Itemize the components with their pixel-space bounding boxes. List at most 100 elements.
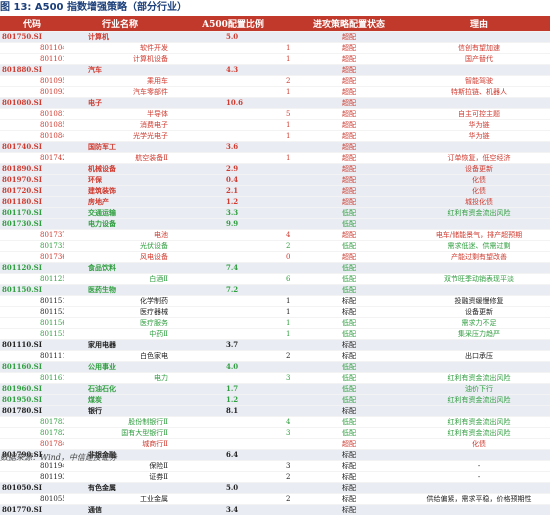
code-cell: 801050.SI xyxy=(0,481,64,493)
industry-cell: 电子 xyxy=(64,96,176,108)
weight-cell: 2.0 xyxy=(176,74,290,86)
status-cell: 超配 xyxy=(290,151,408,163)
weight-cell: 1.7 xyxy=(176,85,290,97)
weight-cell: 5.5 xyxy=(176,107,290,119)
table-row: 801111.SI白色家电2.5标配出口承压 xyxy=(0,349,550,361)
table-row: 801736.SI风电设备0.9超配产能过剩有望改善 xyxy=(0,250,550,262)
table-header-row: 代码 行业名称 A500配置比例 进攻策略配置状态 理由 xyxy=(0,16,550,31)
industry-cell: 环保 xyxy=(64,173,176,185)
reason-cell: 设备更新 xyxy=(408,305,550,317)
weight-cell: 0.4 xyxy=(176,173,290,185)
table-row: 801750.SI 计算机 5.0 超配 xyxy=(0,30,550,42)
reason-cell: 供给偏紧，需求平稳，价格预期性 xyxy=(408,492,550,504)
code-cell: 801125.SI xyxy=(0,272,64,284)
industry-cell: 通信 xyxy=(64,503,176,515)
status-cell: 低配 xyxy=(290,415,408,427)
code-cell: 801737.SI xyxy=(0,228,64,240)
code-cell: 801161.SI xyxy=(0,371,64,383)
industry-cell: 医药生物 xyxy=(64,283,176,295)
industry-cell: 风电设备 xyxy=(64,250,176,262)
weight-cell: 1.7 xyxy=(176,52,290,64)
reason-cell xyxy=(408,283,550,295)
code-cell: 801960.SI xyxy=(0,382,64,394)
industry-cell: 股份制银行Ⅱ xyxy=(64,415,176,427)
code-cell: 801170.SI xyxy=(0,206,64,218)
weight-cell: 1.2 xyxy=(176,393,290,405)
code-cell: 801156.SI xyxy=(0,316,64,328)
weight-cell: 6.4 xyxy=(176,448,290,460)
weight-cell: 0.9 xyxy=(176,250,290,262)
reason-cell xyxy=(408,404,550,416)
table-row: 801050.SI 有色金属 5.0 标配 xyxy=(0,481,550,493)
weight-cell: 3.3 xyxy=(176,371,290,383)
weight-cell: 1.6 xyxy=(176,316,290,328)
status-cell: 超配 xyxy=(290,184,408,196)
reason-cell: 红利有资金流出风险 xyxy=(408,371,550,383)
weight-cell: 1.3 xyxy=(176,327,290,339)
code-cell: 801104.SI xyxy=(0,41,64,53)
code-cell: 801784.SI xyxy=(0,437,64,449)
status-cell: 低配 xyxy=(290,272,408,284)
industry-cell: 汽车零部件 xyxy=(64,85,176,97)
reason-cell xyxy=(408,338,550,350)
reason-cell: 集采压力趋严 xyxy=(408,327,550,339)
reason-cell: 自主可控主题 xyxy=(408,107,550,119)
reason-cell: 华为链 xyxy=(408,129,550,141)
table-row: 801784.SI城商行Ⅱ 超配化债 xyxy=(0,437,550,449)
table-row: 801104.SI软件开发1.9超配信创有望加速 xyxy=(0,41,550,53)
code-cell: 801730.SI xyxy=(0,217,64,229)
weight-cell: 9.9 xyxy=(176,217,290,229)
weight-cell: 2.9 xyxy=(176,239,290,251)
industry-cell: 电池 xyxy=(64,228,176,240)
reason-cell xyxy=(408,503,550,515)
reason-cell: 设备更新 xyxy=(408,162,550,174)
weight-cell: 1.8 xyxy=(176,129,290,141)
status-cell: 超配 xyxy=(290,74,408,86)
status-cell: 超配 xyxy=(290,162,408,174)
table-row: 801783.SI股份制银行Ⅱ4.3低配红利有资金流出风险 xyxy=(0,415,550,427)
table-row: 801740.SI 国防军工 3.6 超配 xyxy=(0,140,550,152)
reason-cell: 需求低迷、供需过剩 xyxy=(408,239,550,251)
code-cell: 801750.SI xyxy=(0,30,64,42)
industry-cell: 食品饮料 xyxy=(64,261,176,273)
weight-cell: 3.7 xyxy=(176,459,290,471)
status-cell: 标配 xyxy=(290,349,408,361)
industry-cell: 工业金属 xyxy=(64,492,176,504)
industry-cell: 公用事业 xyxy=(64,360,176,372)
status-cell: 超配 xyxy=(290,52,408,64)
industry-cell: 有色金属 xyxy=(64,481,176,493)
table-row: 801120.SI 食品饮料 7.4 低配 xyxy=(0,261,550,273)
table-row: 801055.SI工业金属2.6标配供给偏紧，需求平稳，价格预期性 xyxy=(0,492,550,504)
table-row: 801950.SI 煤炭 1.2 低配 红利有资金流出风险 xyxy=(0,393,550,405)
status-cell: 低配 xyxy=(290,206,408,218)
reason-cell: 化债 xyxy=(408,437,550,449)
industry-cell: 家用电器 xyxy=(64,338,176,350)
reason-cell: 化债 xyxy=(408,184,550,196)
status-cell: 超配 xyxy=(290,140,408,152)
reason-cell: 特斯拉链、机器人 xyxy=(408,85,550,97)
weight-cell: 10.6 xyxy=(176,96,290,108)
code-cell: 801736.SI xyxy=(0,250,64,262)
table-row: 801125.SI白酒Ⅱ6.3低配双节旺季动销表现平淡 xyxy=(0,272,550,284)
industry-cell: 乘用车 xyxy=(64,74,176,86)
table-row: 801735.SI光伏设备2.9低配需求低迷、供需过剩 xyxy=(0,239,550,251)
status-cell: 低配 xyxy=(290,327,408,339)
code-cell: 801093.SI xyxy=(0,85,64,97)
industry-cell: 国有大型银行Ⅱ xyxy=(64,426,176,438)
code-cell: 801120.SI xyxy=(0,261,64,273)
status-cell: 超配 xyxy=(290,195,408,207)
status-cell: 超配 xyxy=(290,30,408,42)
status-cell: 超配 xyxy=(290,107,408,119)
reason-cell xyxy=(408,140,550,152)
header-industry: 行业名称 xyxy=(101,19,138,30)
table-row: 801737.SI电池4.8超配电车/储能景气，排产超预期 xyxy=(0,228,550,240)
industry-cell: 国防军工 xyxy=(64,140,176,152)
status-cell: 超配 xyxy=(290,173,408,185)
status-cell: 标配 xyxy=(290,404,408,416)
status-cell: 超配 xyxy=(290,85,408,97)
industry-cell: 计算机 xyxy=(64,30,176,42)
weight-cell: 6.3 xyxy=(176,272,290,284)
reason-cell: 红利有资金流出风险 xyxy=(408,206,550,218)
industry-cell: 证券Ⅱ xyxy=(64,470,176,482)
table-row: 801170.SI 交通运输 3.3 低配 红利有资金流出风险 xyxy=(0,206,550,218)
